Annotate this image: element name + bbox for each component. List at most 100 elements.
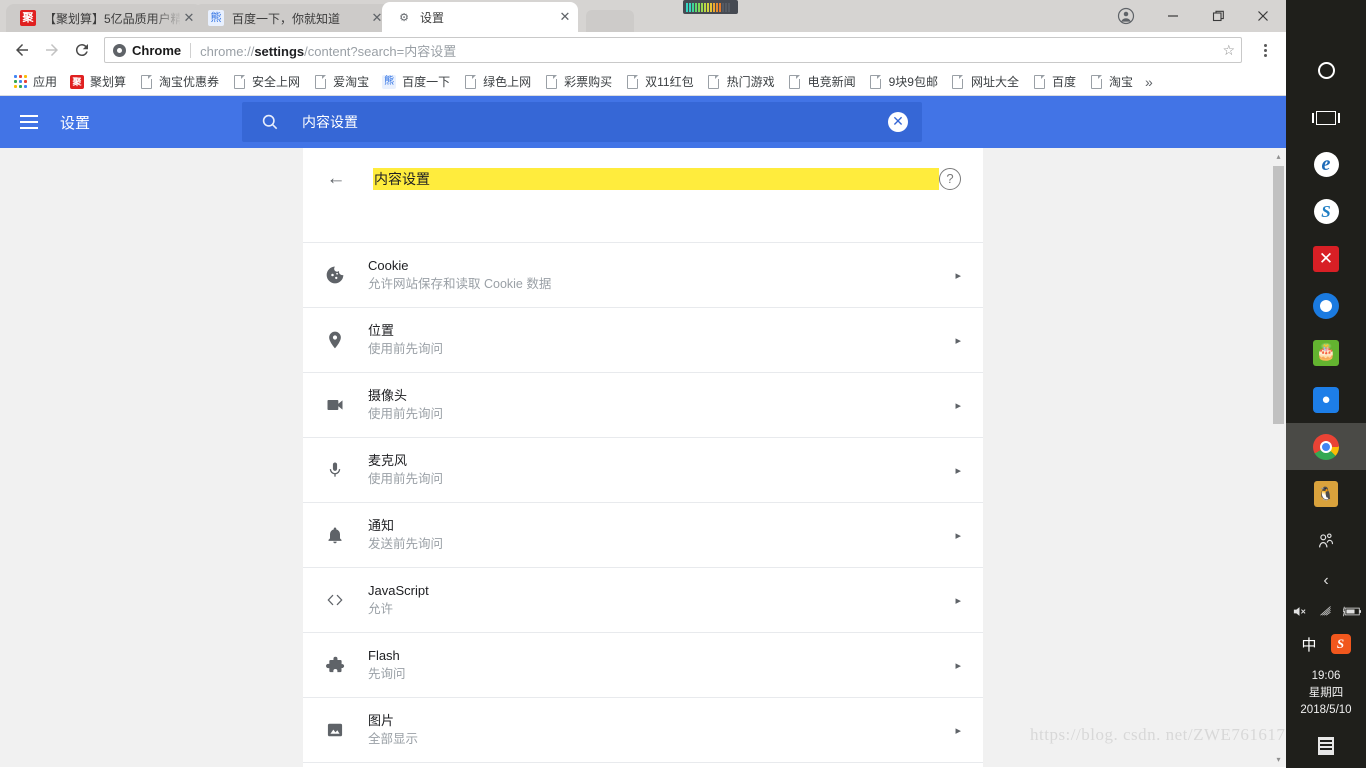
profile-avatar-icon[interactable] <box>1102 0 1150 32</box>
battery-charging-icon[interactable] <box>1342 605 1362 621</box>
bookmark-item-2[interactable]: 安全上网 <box>225 71 306 93</box>
bookmark-item-3[interactable]: 爱淘宝 <box>306 71 375 93</box>
ime-mode-label[interactable]: 中 <box>1301 634 1316 655</box>
reload-button[interactable] <box>68 36 96 64</box>
bookmark-item-13[interactable]: 淘宝 <box>1082 71 1139 93</box>
bookmark-item-10[interactable]: 9块9包邮 <box>862 71 944 93</box>
bookmark-item-5[interactable]: 绿色上网 <box>456 71 537 93</box>
chrome-menu-button[interactable] <box>1252 36 1278 64</box>
row-title: Flash <box>368 648 400 663</box>
sogou-icon: S <box>1313 199 1339 224</box>
bookmark-apps[interactable]: 应用 <box>6 71 63 93</box>
bookmark-item-1[interactable]: 淘宝优惠券 <box>132 71 225 93</box>
taskbar-internet-explorer[interactable]: e <box>1286 141 1366 188</box>
bookmark-label: 淘宝 <box>1109 75 1134 89</box>
taskbar-qq-messenger[interactable]: 🐧 <box>1286 470 1366 517</box>
search-icon <box>260 112 280 132</box>
clear-search-icon[interactable]: ✕ <box>888 112 909 132</box>
bookmarks-overflow-button[interactable]: » <box>1139 74 1159 90</box>
doc-icon <box>231 74 247 90</box>
close-window-button[interactable] <box>1240 0 1286 32</box>
scroll-up-arrow-icon[interactable]: ▴ <box>1271 148 1286 164</box>
back-arrow-icon[interactable]: ← <box>323 166 349 192</box>
ju-icon: 聚 <box>20 10 36 26</box>
baidu-icon: 熊 <box>208 10 224 26</box>
hamburger-menu-icon[interactable] <box>20 110 44 134</box>
task-view-button[interactable] <box>1286 94 1366 141</box>
forward-button[interactable] <box>38 36 66 64</box>
row-text: Flash 先询问 <box>368 647 947 683</box>
taskbar-security-shield[interactable]: ● <box>1286 376 1366 423</box>
taskbar-qq-browser[interactable] <box>1286 282 1366 329</box>
shield-icon: ● <box>1313 386 1339 413</box>
taskbar-evernote[interactable]: 🎂 <box>1286 329 1366 376</box>
start-button[interactable] <box>1286 0 1366 47</box>
url-rest: /content?search=内容设置 <box>304 43 457 59</box>
url-scheme: chrome:// <box>200 43 255 59</box>
watermark-text: https://blog. csdn. net/ZWE7616175 <box>1030 725 1286 744</box>
bookmark-label: 网址大全 <box>970 75 1019 89</box>
scroll-down-arrow-icon[interactable]: ▾ <box>1271 751 1286 767</box>
wifi-icon[interactable] <box>1317 604 1334 622</box>
address-bar[interactable]: Chrome chrome://settings/content?search=… <box>104 37 1242 63</box>
browser-tab-3-settings[interactable]: ⚙ 设置 ✕ <box>382 2 578 32</box>
row-title: Cookie <box>368 258 409 273</box>
bookmark-star-icon[interactable]: ☆ <box>1222 42 1235 59</box>
doc-icon <box>462 74 478 90</box>
volume-muted-icon[interactable] <box>1291 604 1308 622</box>
settings-row-flash[interactable]: Flash 先询问 ▸ <box>303 632 983 697</box>
settings-app-title: 设置 <box>60 114 91 132</box>
row-text: 位置 使用前先询问 <box>368 322 947 358</box>
card-spacer <box>303 210 983 242</box>
doc-icon <box>950 74 966 90</box>
tab-title: 设置 <box>420 10 445 25</box>
taskbar-google-chrome[interactable] <box>1286 423 1366 470</box>
settings-search-box[interactable]: ✕ <box>242 102 923 142</box>
settings-row-javascript[interactable]: JavaScript 允许 ▸ <box>303 567 983 632</box>
browser-tab-1[interactable]: 聚 【聚划算】5亿品质用户精 ✕ <box>6 4 202 32</box>
settings-row-notifications[interactable]: 通知 发送前先询问 ▸ <box>303 502 983 567</box>
settings-row-images[interactable]: 图片 全部显示 ▸ <box>303 697 983 762</box>
bookmark-item-8[interactable]: 热门游戏 <box>700 71 781 93</box>
doc-icon <box>543 74 559 90</box>
minimize-button[interactable] <box>1150 0 1195 32</box>
browser-tab-2[interactable]: 熊 百度一下，你就知道 ✕ <box>194 4 390 32</box>
scrollbar-thumb[interactable] <box>1273 166 1284 424</box>
settings-row-cookie[interactable]: Cookie 允许网站保存和读取 Cookie 数据 ▸ <box>303 242 983 307</box>
tab-close-button[interactable]: ✕ <box>556 8 574 26</box>
bookmark-item-12[interactable]: 百度 <box>1025 71 1082 93</box>
row-text: Cookie 允许网站保存和读取 Cookie 数据 <box>368 257 947 293</box>
taskbar-sogou-browser[interactable]: S <box>1286 188 1366 235</box>
bookmark-item-6[interactable]: 彩票购买 <box>537 71 618 93</box>
chrome-icon <box>1313 433 1339 460</box>
screen: 聚 【聚划算】5亿品质用户精 ✕ 熊 百度一下，你就知道 ✕ ⚙ 设置 ✕ Ch… <box>0 0 1366 768</box>
maximize-button[interactable] <box>1195 0 1240 32</box>
bookmark-item-0[interactable]: 聚 聚划算 <box>63 71 132 93</box>
row-text: 摄像头 使用前先询问 <box>368 387 947 423</box>
cookie-icon <box>323 263 347 287</box>
taskbar-clock[interactable]: 19:06 星期四 2018/5/10 <box>1286 668 1366 719</box>
notification-center-button[interactable] <box>1286 729 1366 763</box>
taskbar-xmind[interactable]: ✕ <box>1286 235 1366 282</box>
settings-row-popups[interactable]: 弹出式窗口 ▸ <box>303 762 983 767</box>
bookmark-item-9[interactable]: 电竞新闻 <box>781 71 862 93</box>
bookmark-item-4[interactable]: 熊 百度一下 <box>375 71 456 93</box>
chevron-right-icon: ▸ <box>955 659 961 672</box>
bookmark-item-11[interactable]: 网址大全 <box>944 71 1025 93</box>
settings-row-location[interactable]: 位置 使用前先询问 ▸ <box>303 307 983 372</box>
show-hidden-icons-button[interactable]: ‹ <box>1286 564 1366 598</box>
search-input[interactable] <box>302 114 889 130</box>
cortana-search-button[interactable] <box>1286 47 1366 94</box>
back-button[interactable] <box>8 36 36 64</box>
page-scrollbar[interactable]: ▴ ▾ <box>1271 148 1286 767</box>
bookmark-item-7[interactable]: 双11红包 <box>618 71 699 93</box>
row-subtitle: 发送前先询问 <box>368 537 444 551</box>
bookmark-label: 百度一下 <box>402 75 451 89</box>
clock-weekday: 星期四 <box>1308 687 1344 699</box>
help-icon[interactable]: ? <box>939 168 961 190</box>
settings-row-camera[interactable]: 摄像头 使用前先询问 ▸ <box>303 372 983 437</box>
settings-row-microphone[interactable]: 麦克风 使用前先询问 ▸ <box>303 437 983 502</box>
sogou-ime-icon[interactable]: S <box>1330 634 1351 654</box>
new-tab-button[interactable] <box>586 10 634 32</box>
taskbar-people-button[interactable] <box>1286 517 1366 564</box>
